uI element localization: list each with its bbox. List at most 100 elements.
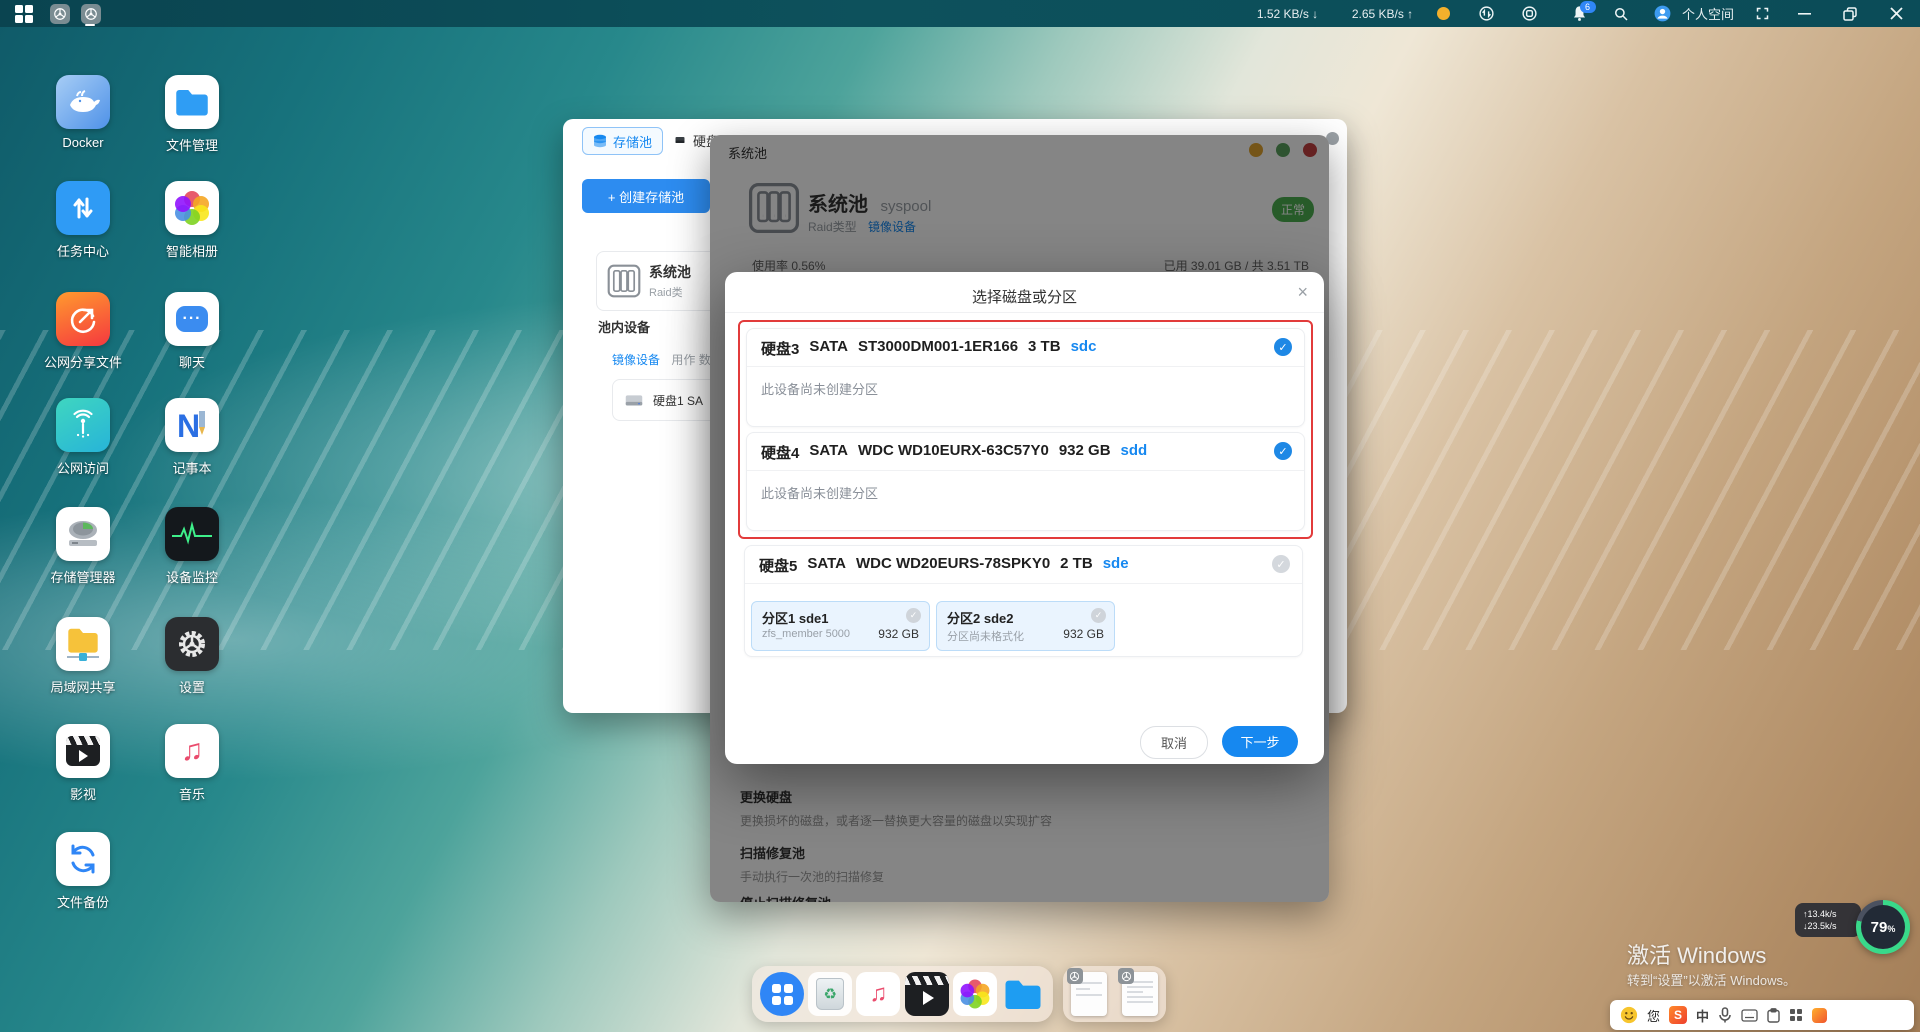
no-partition-note: 此设备尚未创建分区 bbox=[761, 483, 878, 502]
active-app-indicator bbox=[85, 24, 95, 26]
skin-icon[interactable] bbox=[1812, 1008, 1827, 1023]
search-icon[interactable] bbox=[1608, 0, 1634, 27]
desktop-icon-settings[interactable]: 设置 bbox=[137, 617, 247, 696]
partition-chip-sde2[interactable]: 分区2 sde2 分区尚未格式化 932 GB ✓ bbox=[936, 601, 1115, 651]
taskbar-app-fnos-active[interactable] bbox=[78, 0, 104, 27]
disk-icon bbox=[623, 389, 645, 411]
desktop-icon-label: 任务中心 bbox=[28, 241, 138, 260]
selected-disks-highlight-box: 硬盘3 SATA ST3000DM001-1ER166 3 TB sdc ✓ 此… bbox=[738, 320, 1313, 539]
emoji-smiley-icon[interactable] bbox=[1620, 1006, 1638, 1024]
checkbox-unchecked-icon[interactable]: ✓ bbox=[1272, 555, 1290, 573]
disk-size: 2 TB bbox=[1060, 555, 1093, 576]
desktop-icon-label: 公网访问 bbox=[28, 458, 138, 477]
card-divider bbox=[747, 470, 1304, 471]
disk-card-sdc[interactable]: 硬盘3 SATA ST3000DM001-1ER166 3 TB sdc ✓ 此… bbox=[746, 328, 1305, 427]
sync-tray-icon[interactable] bbox=[1474, 0, 1498, 27]
next-step-button[interactable]: 下一步 bbox=[1222, 726, 1298, 757]
upload-speed: ↑13.4k/s bbox=[1803, 909, 1861, 919]
desktop-icon-label: 智能相册 bbox=[137, 241, 247, 260]
restore-window-icon[interactable] bbox=[1836, 0, 1864, 27]
user-avatar[interactable] bbox=[1650, 0, 1674, 27]
partition-info: 分区尚未格式化 bbox=[947, 628, 1024, 644]
tab-storage-pool[interactable]: 存储池 bbox=[582, 127, 663, 155]
pool-card-sub: Raid类 bbox=[649, 284, 683, 300]
user-space-label[interactable]: 个人空间 bbox=[1678, 0, 1738, 27]
desktop-icon-smart-album[interactable]: 智能相册 bbox=[137, 181, 247, 260]
dock-video-icon[interactable] bbox=[905, 972, 949, 1016]
disk-card-sdd[interactable]: 硬盘4 SATA WDC WD10EURX-63C57Y0 932 GB sdd… bbox=[746, 432, 1305, 531]
dock-music-icon[interactable]: ♫ bbox=[856, 972, 900, 1016]
notification-bell-icon[interactable]: 6 bbox=[1566, 0, 1592, 27]
toolbox-grid-icon[interactable] bbox=[1789, 1008, 1803, 1022]
dock-photos-icon[interactable] bbox=[953, 972, 997, 1016]
notification-count-badge: 6 bbox=[1580, 1, 1596, 13]
checkbox-checked-icon[interactable]: ✓ bbox=[1274, 338, 1292, 356]
check-glyph: ✓ bbox=[910, 610, 918, 621]
desktop-icon-file-backup[interactable]: 文件备份 bbox=[28, 832, 138, 911]
disk-name: 硬盘3 bbox=[761, 338, 799, 359]
desktop-icon-notebook[interactable]: N 记事本 bbox=[137, 398, 247, 477]
dock-files-icon[interactable] bbox=[1001, 972, 1045, 1016]
desktop-icon-docker[interactable]: Docker bbox=[28, 75, 138, 150]
gear-icon bbox=[165, 617, 219, 671]
devices-in-pool-label: 池内设备 bbox=[598, 317, 650, 336]
clipboard-icon[interactable] bbox=[1767, 1008, 1780, 1023]
mirror-device-link[interactable]: 镜像设备 bbox=[612, 353, 660, 367]
window-thumbnail[interactable] bbox=[1122, 972, 1158, 1016]
tab-label: 存储池 bbox=[613, 132, 652, 151]
usage-ring-widget[interactable]: 79% bbox=[1856, 900, 1910, 954]
sogou-logo-icon[interactable]: S bbox=[1669, 1006, 1687, 1024]
create-pool-button[interactable]: + 创建存储池 bbox=[582, 179, 710, 213]
dock-trash-icon[interactable]: ♻ bbox=[808, 972, 852, 1016]
close-window-icon[interactable] bbox=[1882, 0, 1910, 27]
desktop-icon-chat[interactable]: ··· 聊天 bbox=[137, 292, 247, 371]
desktop-icon-public-access[interactable]: 公网访问 bbox=[28, 398, 138, 477]
desktop-icon-task-center[interactable]: 任务中心 bbox=[28, 181, 138, 260]
app-wheel-icon bbox=[53, 7, 67, 21]
taskbar: 1.52 KB/s ↓ 2.65 KB/s ↑ 6 个人空间 bbox=[0, 0, 1920, 27]
ime-mode-toggle[interactable]: 中 bbox=[1696, 1006, 1709, 1025]
cancel-button[interactable]: 取消 bbox=[1140, 726, 1208, 759]
desktop-icon-label: 记事本 bbox=[137, 458, 247, 477]
record-tray-icon[interactable] bbox=[1517, 0, 1541, 27]
desktop-icon-music[interactable]: ♫ 音乐 bbox=[137, 724, 247, 803]
start-button[interactable] bbox=[12, 0, 36, 27]
mirror-device-note: 用作 数 bbox=[671, 353, 710, 367]
partition-chip-sde1[interactable]: 分区1 sde1 zfs_member 5000 932 GB ✓ bbox=[751, 601, 930, 651]
notebook-pencil-icon: N bbox=[165, 398, 219, 452]
close-icon[interactable]: × bbox=[1297, 282, 1308, 303]
desktop-icon-public-share[interactable]: 公网分享文件 bbox=[28, 292, 138, 371]
status-dot-icon[interactable] bbox=[1432, 0, 1454, 27]
disk-card-sde[interactable]: 硬盘5 SATA WDC WD20EURS-78SPKY0 2 TB sde ✓… bbox=[744, 545, 1303, 657]
checkbox-checked-icon[interactable]: ✓ bbox=[1274, 442, 1292, 460]
ekg-monitor-icon bbox=[165, 507, 219, 561]
card-divider bbox=[745, 583, 1302, 584]
clapperboard-icon bbox=[56, 724, 110, 778]
desktop-icon-label: 设备监控 bbox=[137, 567, 247, 586]
taskbar-app-fnos[interactable] bbox=[47, 0, 73, 27]
desktop-icon-lan-share[interactable]: 局域网共享 bbox=[28, 617, 138, 696]
dock-launcher-icon[interactable] bbox=[760, 972, 804, 1016]
checkbox-unchecked-icon[interactable]: ✓ bbox=[906, 608, 921, 623]
usage-percent-value: 79 bbox=[1871, 919, 1888, 936]
desktop-icon-device-monitor[interactable]: 设备监控 bbox=[137, 507, 247, 586]
dialog-title: 选择磁盘或分区 bbox=[725, 286, 1324, 307]
desktop-icon-video[interactable]: 影视 bbox=[28, 724, 138, 803]
desktop-icon-storage-manager[interactable]: 存储管理器 bbox=[28, 507, 138, 586]
select-disk-dialog: 选择磁盘或分区 × 硬盘3 SATA ST3000DM001-1ER166 3 … bbox=[725, 272, 1324, 764]
disk-bus: SATA bbox=[809, 442, 848, 463]
disk-model: WDC WD10EURX-63C57Y0 bbox=[858, 442, 1049, 463]
keyboard-icon[interactable] bbox=[1741, 1009, 1758, 1022]
partition-size: 932 GB bbox=[878, 627, 919, 641]
checkbox-unchecked-icon[interactable]: ✓ bbox=[1091, 608, 1106, 623]
window-thumbnail[interactable] bbox=[1071, 972, 1107, 1016]
pool-bays-icon bbox=[607, 264, 641, 298]
disk-name: 硬盘4 bbox=[761, 442, 799, 463]
fullscreen-icon[interactable] bbox=[1748, 0, 1776, 27]
desktop-icon-file-manager[interactable]: 文件管理 bbox=[137, 75, 247, 154]
mic-icon[interactable] bbox=[1718, 1007, 1732, 1023]
disk-device-node: sde bbox=[1103, 555, 1129, 576]
up-down-arrows-icon bbox=[56, 181, 110, 235]
minimize-window-icon[interactable] bbox=[1790, 0, 1818, 27]
net-speed-widget[interactable]: ↑13.4k/s ↓23.5k/s bbox=[1795, 903, 1861, 937]
